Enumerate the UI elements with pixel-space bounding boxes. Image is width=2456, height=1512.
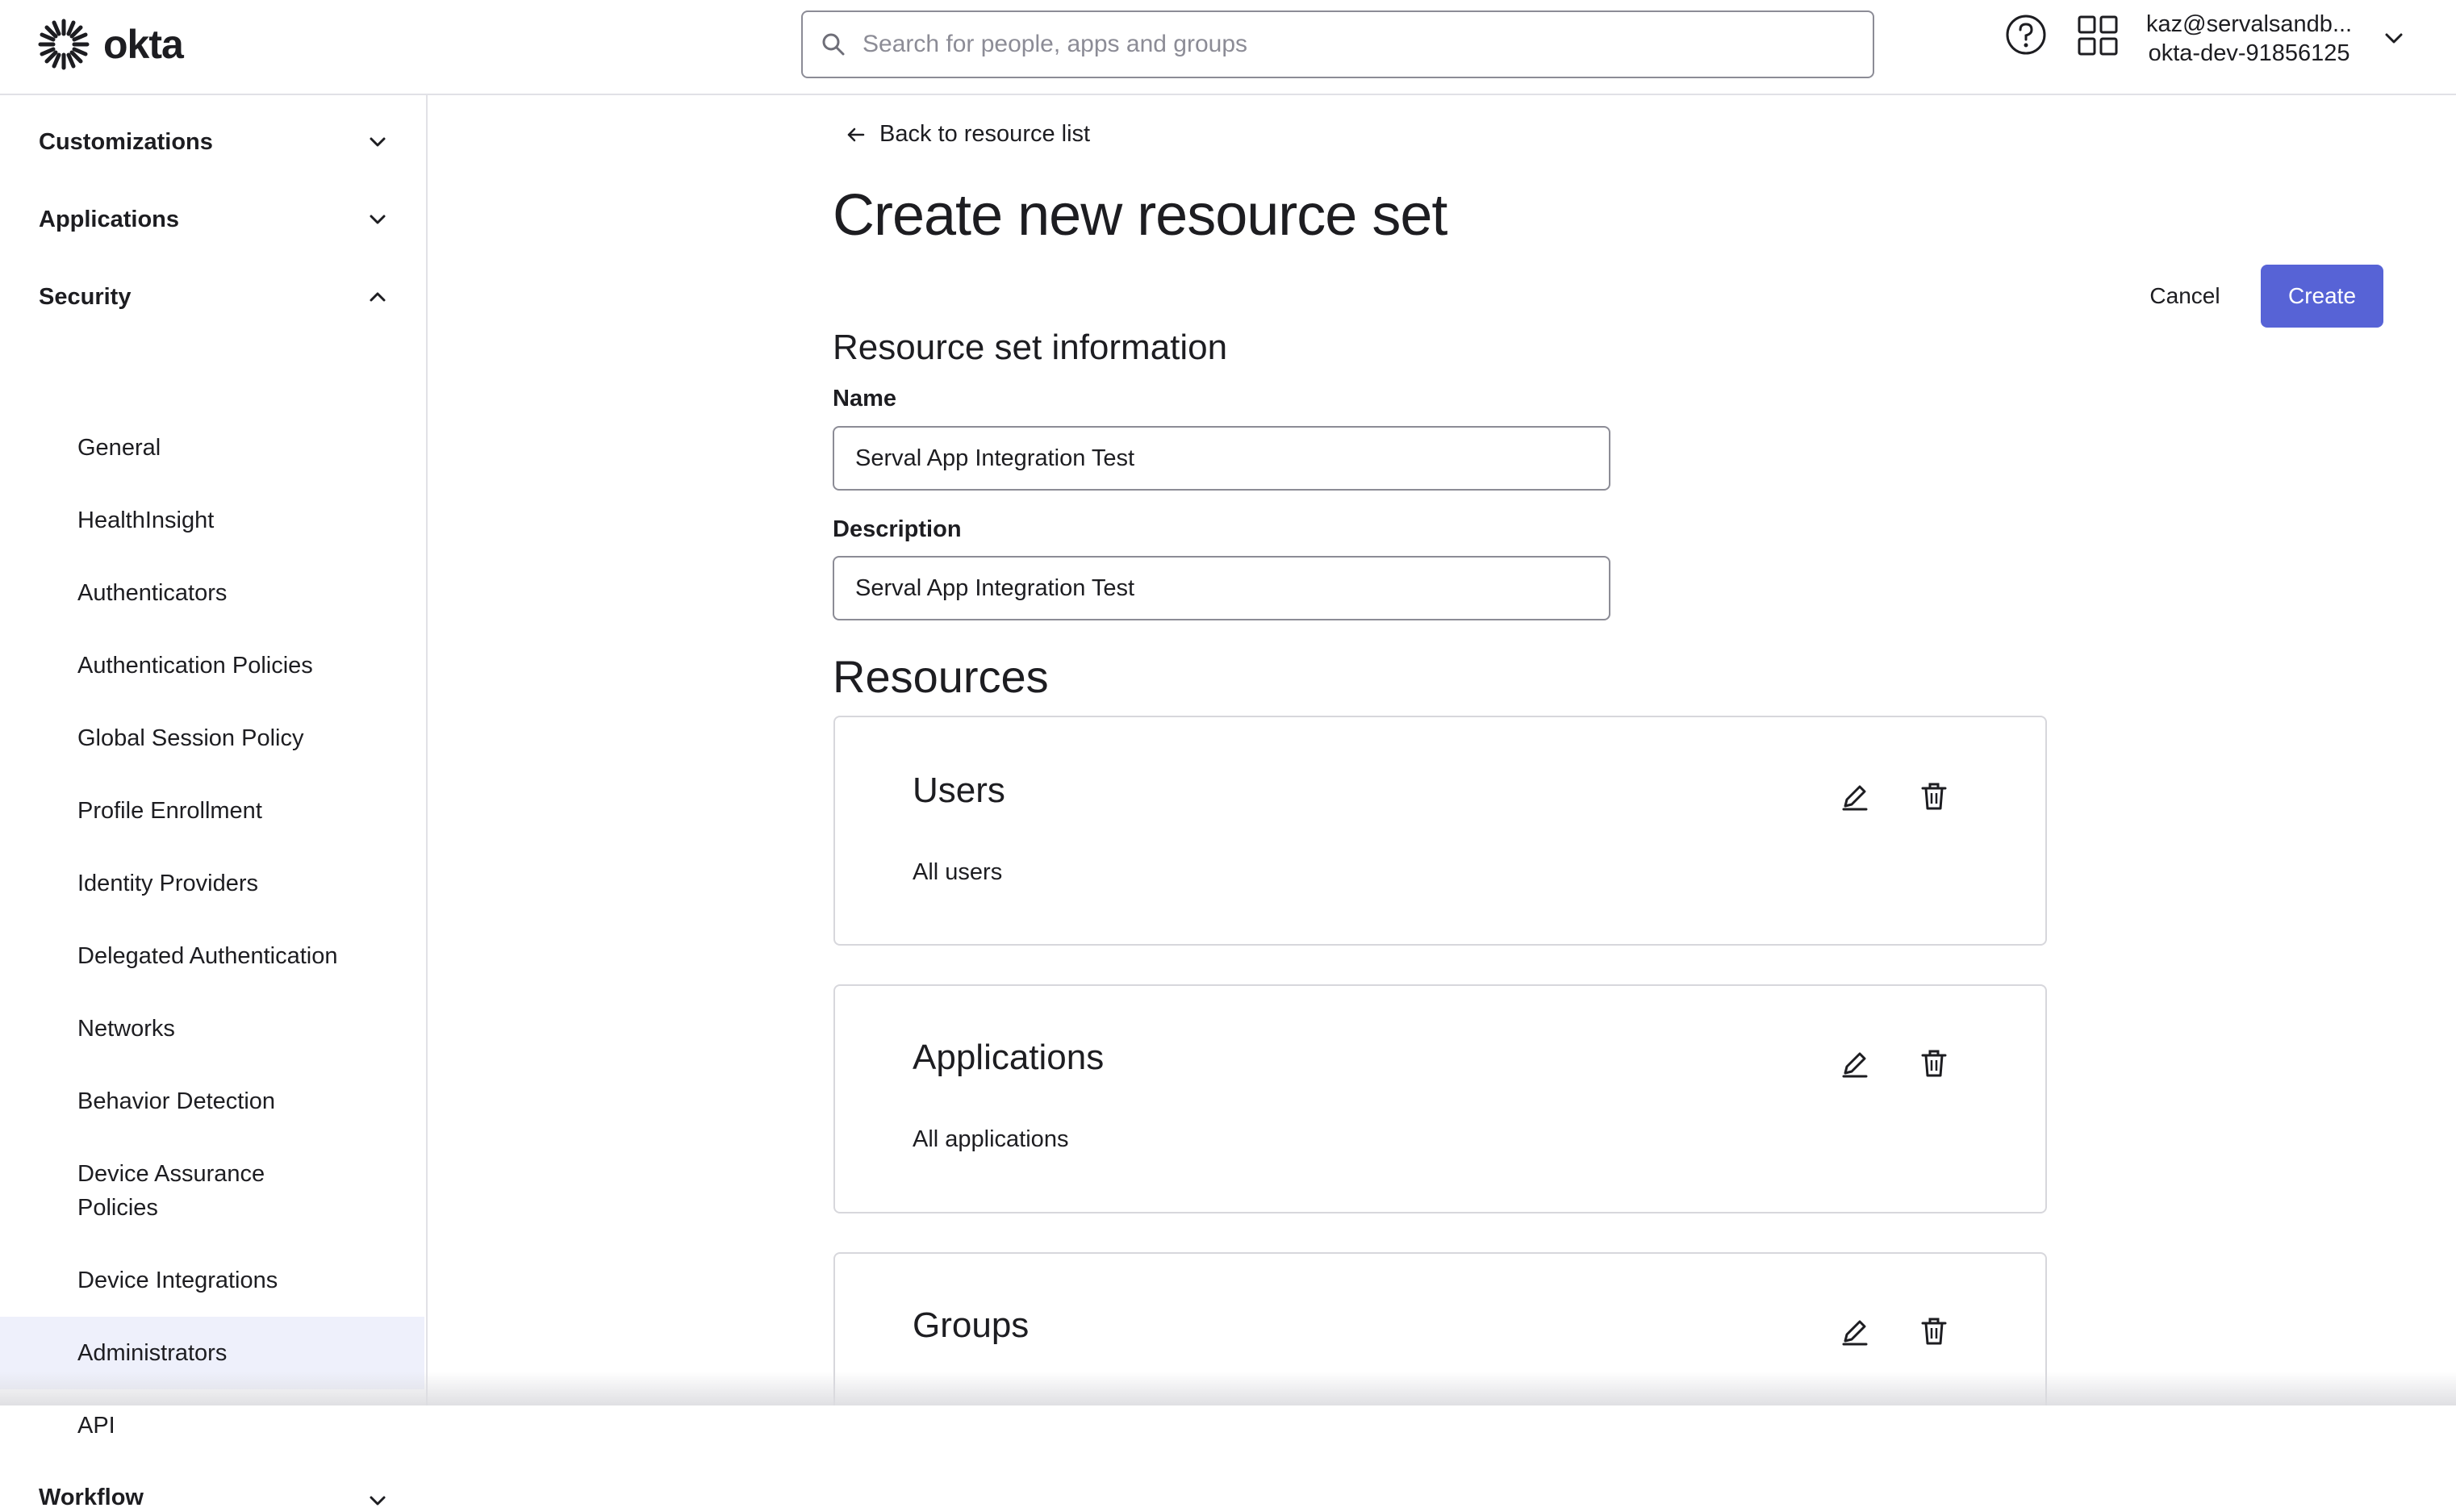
- resources-heading: Resources: [833, 651, 1049, 702]
- resource-card-applications: Applications All applications: [833, 984, 2047, 1213]
- sidebar-section-label: Customizations: [39, 128, 213, 155]
- resource-card-description: All applications: [913, 1126, 1069, 1152]
- sidebar-section-label: Applications: [39, 206, 180, 232]
- sidebar-item-label: General: [77, 435, 161, 461]
- name-input[interactable]: [834, 428, 1581, 489]
- sidebar-item-label: Authenticators: [77, 580, 228, 606]
- sidebar-item-profile-enrollment[interactable]: Profile Enrollment: [0, 775, 424, 847]
- app-switcher-icon[interactable]: [2077, 15, 2119, 56]
- name-field[interactable]: [833, 426, 1610, 491]
- sidebar-item-label: Networks: [77, 1016, 175, 1042]
- sidebar-item-label: Administrators: [77, 1340, 228, 1366]
- edit-icon[interactable]: [1839, 1047, 1871, 1080]
- resource-card-title: Users: [913, 771, 1005, 810]
- sidebar-item-label: Delegated Authentication: [77, 943, 338, 969]
- sidebar-item-healthinsight[interactable]: HealthInsight: [0, 484, 424, 557]
- okta-sunburst-icon: [38, 19, 90, 70]
- sidebar-section-applications[interactable]: Applications: [0, 183, 426, 256]
- cancel-button[interactable]: Cancel: [2130, 265, 2240, 328]
- sidebar-section-security[interactable]: Security: [0, 261, 426, 333]
- trash-icon[interactable]: [1918, 780, 1950, 812]
- resource-card-title: Applications: [913, 1038, 1105, 1077]
- arrow-left-icon: [847, 127, 865, 141]
- resource-set-information-heading: Resource set information: [833, 328, 1228, 367]
- sidebar-item-behavior-detection[interactable]: Behavior Detection: [0, 1065, 424, 1138]
- sidebar-item-delegated-authentication[interactable]: Delegated Authentication: [0, 920, 424, 992]
- sidebar-item-label: HealthInsight: [77, 507, 215, 533]
- sidebar-item-general[interactable]: General: [0, 411, 424, 484]
- resource-card-description: All users: [913, 859, 1003, 885]
- sidebar-item-label-line2: Policies: [77, 1195, 158, 1221]
- sidebar: Customizations Applications Security Gen…: [0, 95, 428, 1510]
- help-icon[interactable]: [2004, 13, 2048, 56]
- sidebar-section-label: Security: [39, 283, 132, 310]
- back-to-resource-list-link[interactable]: Back to resource list: [846, 121, 1090, 148]
- description-input[interactable]: [834, 558, 1581, 619]
- sidebar-item-authentication-policies[interactable]: Authentication Policies: [0, 629, 424, 702]
- sidebar-section-customizations[interactable]: Customizations: [0, 106, 426, 178]
- back-link-label: Back to resource list: [879, 121, 1091, 147]
- logo-text: okta: [103, 22, 184, 67]
- sidebar-item-label-line1: Device Assurance: [77, 1161, 265, 1187]
- search-input[interactable]: [861, 30, 1832, 59]
- sidebar-item-device-integrations[interactable]: Device Integrations: [0, 1244, 424, 1317]
- org-name: okta-dev-91856125: [2148, 40, 2350, 66]
- sidebar-item-label: Device Assurance Policies: [77, 1157, 265, 1225]
- sidebar-item-authenticators[interactable]: Authenticators: [0, 557, 424, 629]
- sidebar-section-label: Workflow: [39, 1485, 144, 1510]
- name-label: Name: [833, 386, 896, 411]
- chevron-up-icon: [370, 292, 386, 302]
- sidebar-item-identity-providers[interactable]: Identity Providers: [0, 847, 424, 920]
- sidebar-item-label: API: [77, 1413, 115, 1439]
- sidebar-item-label: Global Session Policy: [77, 725, 304, 751]
- edit-icon[interactable]: [1839, 1315, 1871, 1347]
- create-button[interactable]: Create: [2261, 265, 2383, 328]
- description-field[interactable]: [833, 556, 1610, 620]
- sidebar-section-workflow[interactable]: Workflow: [0, 1459, 426, 1510]
- search-icon: [822, 33, 845, 56]
- global-search[interactable]: [801, 10, 1874, 78]
- edit-icon[interactable]: [1839, 780, 1871, 812]
- sidebar-item-label: Profile Enrollment: [77, 798, 262, 824]
- okta-logo[interactable]: okta: [37, 18, 184, 71]
- trash-icon[interactable]: [1918, 1047, 1950, 1080]
- sidebar-item-device-assurance-policies[interactable]: Device Assurance Policies: [0, 1138, 424, 1244]
- sidebar-item-label: Device Integrations: [77, 1268, 278, 1293]
- trash-icon[interactable]: [1918, 1315, 1950, 1347]
- chevron-down-icon: [370, 1496, 386, 1506]
- sidebar-item-label: Identity Providers: [77, 871, 259, 896]
- sidebar-item-networks[interactable]: Networks: [0, 992, 424, 1065]
- page-title: Create new resource set: [833, 183, 1447, 248]
- resource-card-title: Groups: [913, 1305, 1030, 1345]
- user-menu[interactable]: kaz@servalsandb... okta-dev-91856125: [2146, 10, 2352, 68]
- bottom-scroll-shadow: [0, 1372, 2456, 1405]
- sidebar-item-label: Behavior Detection: [77, 1088, 276, 1114]
- chevron-down-icon: [370, 137, 386, 147]
- chevron-down-icon: [370, 215, 386, 224]
- resource-card-users: Users All users: [833, 716, 2047, 946]
- top-bar: okta kaz@servalsandb... okta-dev-9185612…: [0, 0, 2456, 95]
- description-label: Description: [833, 516, 962, 542]
- sidebar-item-label: Authentication Policies: [77, 653, 313, 679]
- user-email: kaz@servalsandb...: [2146, 11, 2353, 37]
- sidebar-item-global-session-policy[interactable]: Global Session Policy: [0, 702, 424, 775]
- chevron-down-icon[interactable]: [2382, 26, 2406, 50]
